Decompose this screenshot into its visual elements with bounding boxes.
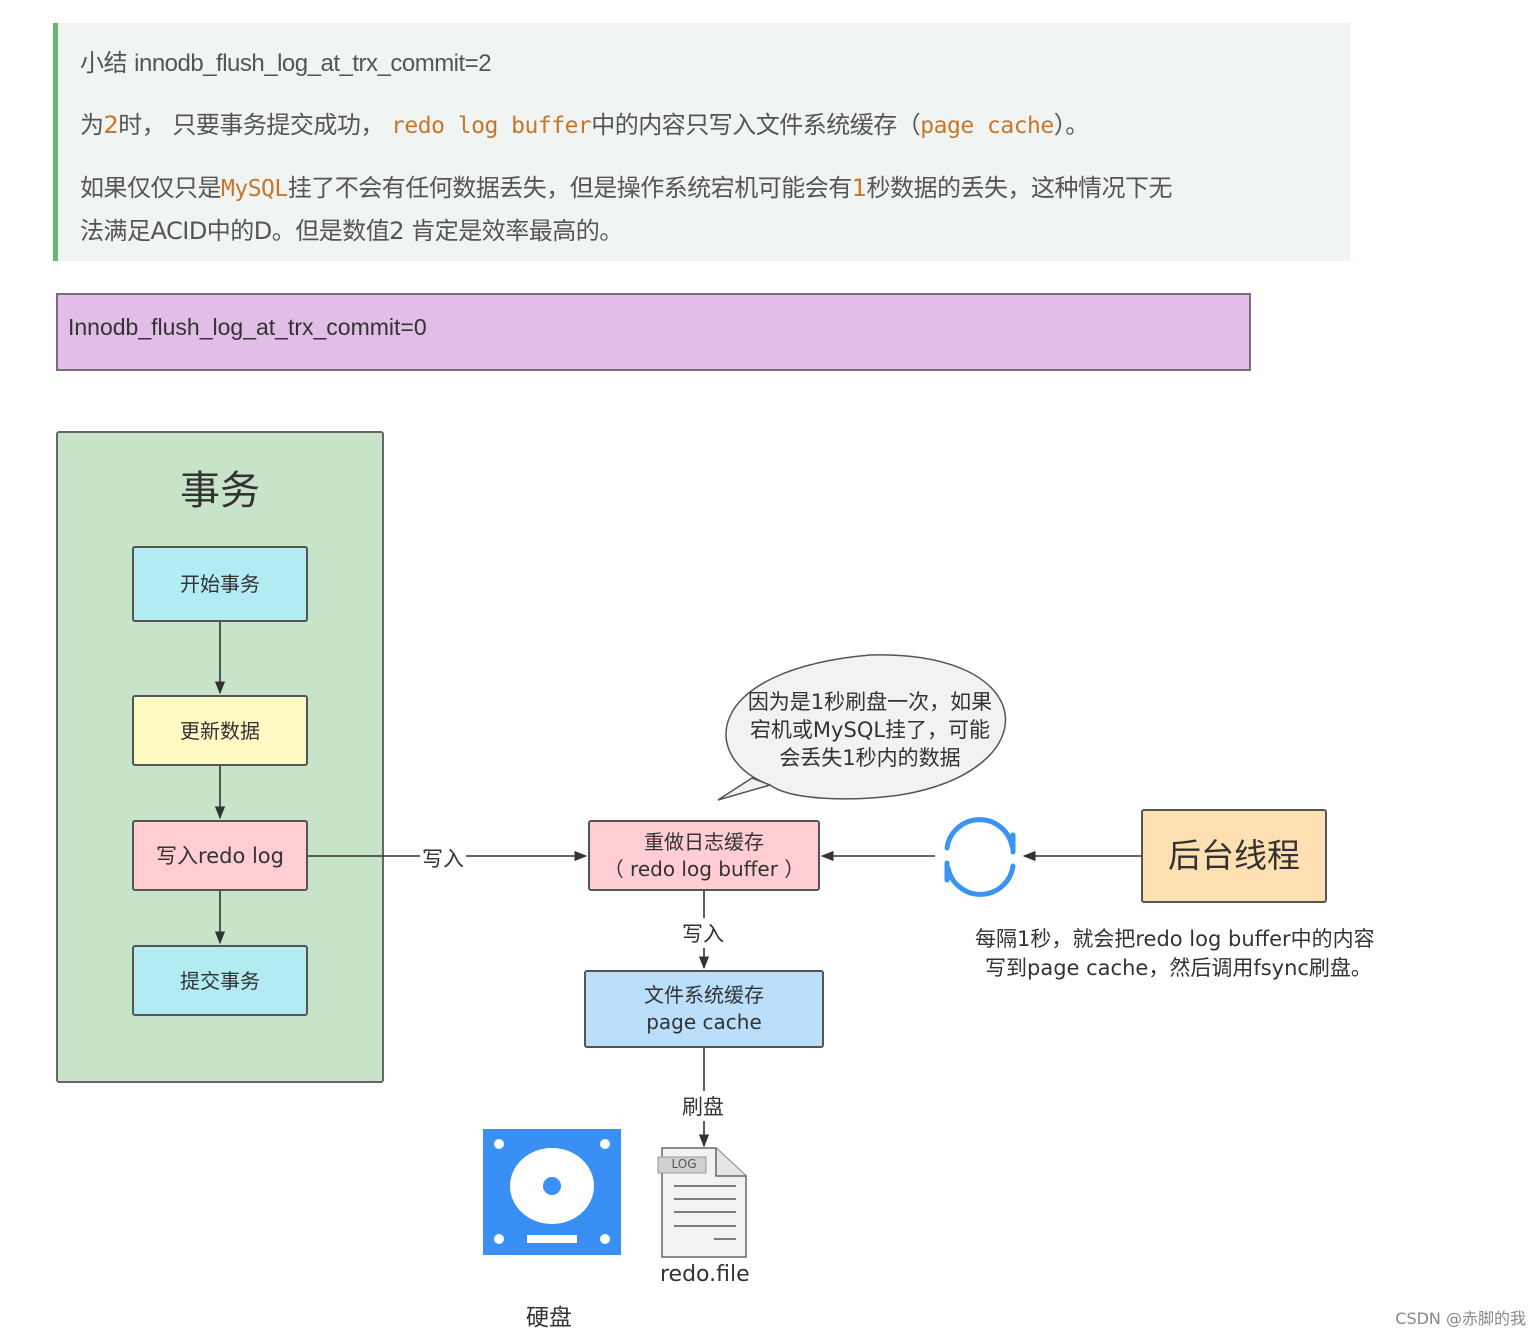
sync-icon [944,817,1016,897]
step-write-redo-log: 写入redo log [132,820,308,891]
summary-line-2: 为2时， 只要事务提交成功， redo log buffer中的内容只写入文件系… [80,111,1089,139]
section-header-text: Innodb_flush_log_at_trx_commit=0 [68,314,427,340]
transaction-group-title: 事务 [180,468,260,514]
summary-line-3: 如果仅仅只是MySQL挂了不会有任何数据丢失，但是操作系统宕机可能会有1秒数据的… [80,174,1173,202]
step-start-transaction: 开始事务 [132,546,308,622]
code-redo-log-buffer: redo log buffer [391,113,592,139]
edge-label-flush: 刷盘 [680,1091,726,1121]
section-header-box: Innodb_flush_log_at_trx_commit=0 [56,293,1251,371]
hard-disk-label: 硬盘 [526,1305,572,1331]
hard-disk-icon [483,1129,621,1255]
redo-file-label: redo.file [660,1262,750,1287]
log-file-tag: LOG [671,1157,697,1171]
edge-label-write-2: 写入 [680,918,726,948]
step-update-data: 更新数据 [132,695,308,766]
watermark: CSDN @赤脚的我 [1395,1309,1526,1328]
bubble-text: 因为是1秒刷盘一次，如果 宕机或MySQL挂了，可能 会丢失1秒内的数据 [747,690,993,770]
code-mysql: MySQL [221,176,288,202]
summary-line-4: 法满足ACID中的D。但是数值2 肯定是效率最高的。 [80,217,623,245]
step-commit-transaction: 提交事务 [132,945,308,1016]
background-thread-note: 每隔1秒，就会把redo log buffer中的内容 写到page cache… [975,927,1375,980]
code-page-cache: page cache [920,113,1054,139]
summary-title: 小结 innodb_flush_log_at_trx_commit=2 [80,49,492,77]
summary-blockquote: 小结 innodb_flush_log_at_trx_commit=2 为2时，… [53,23,1350,261]
page-cache-box: 文件系统缓存 page cache [584,970,824,1048]
redo-log-buffer-box: 重做日志缓存 （ redo log buffer ） [588,820,820,891]
background-thread-box: 后台线程 [1141,809,1327,903]
edge-label-write: 写入 [420,843,466,873]
